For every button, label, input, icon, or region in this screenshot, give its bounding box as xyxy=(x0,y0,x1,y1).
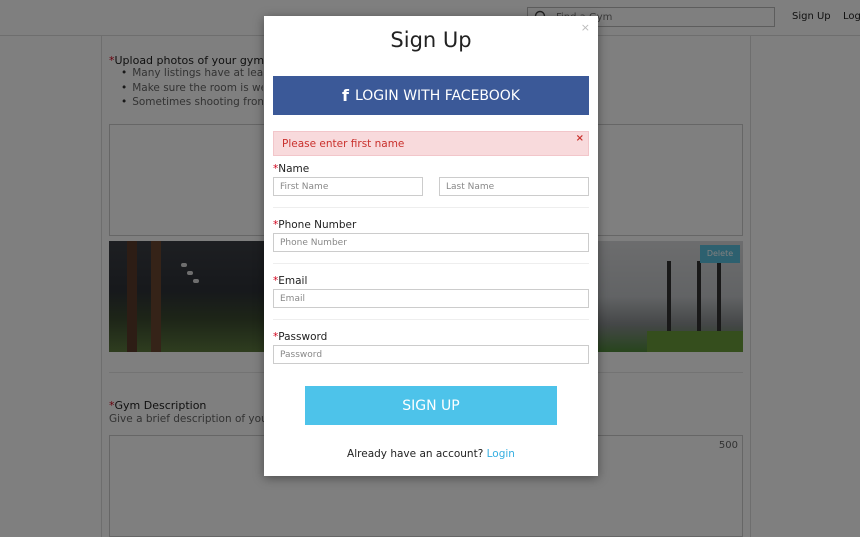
signup-submit-button[interactable]: SIGN UP xyxy=(305,386,557,425)
phone-label: *Phone Number xyxy=(273,219,357,231)
error-alert: Please enter first name × xyxy=(273,131,589,156)
last-name-field[interactable] xyxy=(439,177,589,196)
name-label: *Name xyxy=(273,163,310,175)
alert-close-icon[interactable]: × xyxy=(576,133,584,144)
password-label: *Password xyxy=(273,331,328,343)
facebook-login-button[interactable]: f LOGIN WITH FACEBOOK xyxy=(273,76,589,115)
first-name-field[interactable] xyxy=(273,177,423,196)
phone-field[interactable] xyxy=(273,233,589,252)
password-field[interactable] xyxy=(273,345,589,364)
email-label: *Email xyxy=(273,275,308,287)
facebook-icon: f xyxy=(342,86,349,105)
field-divider xyxy=(273,263,589,264)
login-link[interactable]: Login xyxy=(487,448,515,460)
field-divider xyxy=(273,319,589,320)
error-alert-text: Please enter first name xyxy=(282,138,405,150)
facebook-login-label: LOGIN WITH FACEBOOK xyxy=(354,87,520,104)
modal-title: Sign Up xyxy=(390,28,472,52)
signup-modal: × Sign Up f LOGIN WITH FACEBOOK Please e… xyxy=(264,16,598,476)
login-prompt-text: Already have an account? xyxy=(347,448,484,460)
field-divider xyxy=(273,207,589,208)
email-field[interactable] xyxy=(273,289,589,308)
login-prompt: Already have an account? Login xyxy=(264,448,598,460)
